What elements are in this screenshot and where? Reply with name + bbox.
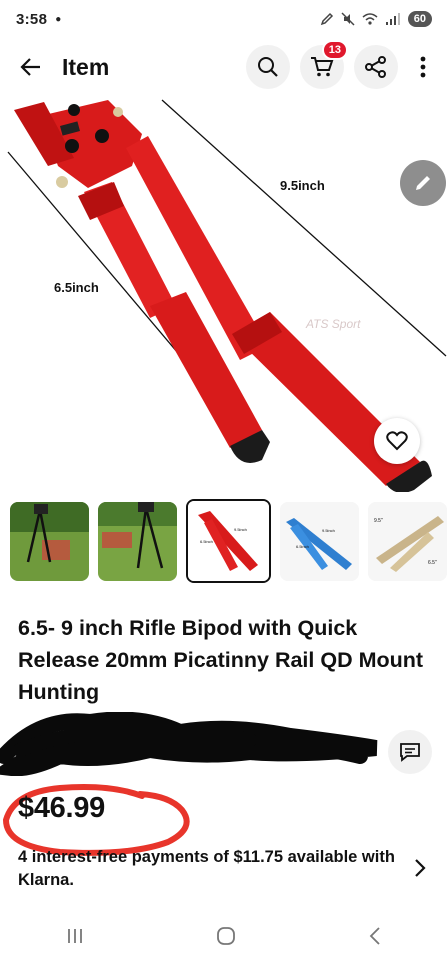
thumbnail-5-dim-b: 6.5" [428,560,437,566]
signal-icon [385,13,400,25]
watermark-text: ATS Sport [305,317,361,331]
back-nav-icon[interactable] [368,926,382,946]
thumbnail-2[interactable] [98,502,177,581]
dimension-short-label: 6.5inch [54,280,99,295]
share-button[interactable] [354,45,398,89]
seller-info-redacted[interactable]: ive [0,712,448,776]
chevron-right-icon[interactable] [414,858,426,878]
battery-level: 60 [407,11,432,27]
item-price: $46.99 [18,792,105,824]
back-button[interactable] [10,46,52,88]
system-navigation-bar [0,912,448,960]
more-vertical-icon [420,56,426,78]
arrow-left-icon [20,58,40,76]
search-button[interactable] [246,45,290,89]
mute-icon [341,12,355,26]
thumbnail-5-dim-a: 9.5" [374,518,383,524]
thumbnail-4-image: 9.5inch 6.5inch [280,502,359,581]
share-icon [365,56,386,78]
status-icons: 60 [320,11,432,27]
thumbnail-3-image: 9.5inch 6.5inch [188,501,269,581]
app-bar-actions: 13 [246,40,438,89]
add-to-watchlist-button[interactable] [374,418,420,464]
thumbnail-3-dim-b: 6.5inch [200,539,213,544]
page-title: Item [62,53,110,80]
edit-button[interactable] [400,160,446,206]
thumbnail-1[interactable] [10,502,89,581]
wifi-icon [362,13,378,25]
app-bar: Item 13 [0,38,448,96]
home-icon[interactable] [216,926,236,946]
pencil-icon [416,176,430,190]
cart-button[interactable]: 13 [300,40,348,89]
status-time: 3:58 [16,10,48,28]
thumbnail-4-dim-a: 9.5inch [322,528,335,533]
notification-dot-icon: ● [55,13,62,25]
thumbnail-4-dim-b: 6.5inch [296,544,309,549]
image-thumbnails: 9.5inch 6.5inch 9.5inch 6.5inch 9.5" 6.5… [10,499,447,583]
cart-count-badge: 13 [321,40,348,60]
thumbnail-2-image [98,502,177,581]
thumbnail-5[interactable]: 9.5" 6.5" [368,502,447,581]
thumbnail-5-image: 9.5" 6.5" [368,502,447,581]
product-title: 6.5- 9 inch Rifle Bipod with Quick Relea… [18,616,424,704]
chat-icon [400,743,420,762]
thumbnail-1-image [10,502,89,581]
dimension-long-label: 9.5inch [280,178,325,193]
klarna-payment-info[interactable]: 4 interest-free payments of $11.75 avail… [18,846,408,892]
message-seller-button[interactable] [388,730,432,774]
recent-apps-icon[interactable] [66,927,84,945]
thumbnail-3-dim-a: 9.5inch [234,527,247,532]
redaction-scribble [0,712,378,776]
heart-icon [386,431,408,451]
search-icon [258,57,278,77]
thumbnail-4[interactable]: 9.5inch 6.5inch [280,502,359,581]
more-options-button[interactable] [408,56,438,78]
status-bar: 3:58 ● 60 [0,0,448,38]
thumbnail-3-selected[interactable]: 9.5inch 6.5inch [186,499,271,583]
edit-pencil-status-icon [320,12,333,26]
